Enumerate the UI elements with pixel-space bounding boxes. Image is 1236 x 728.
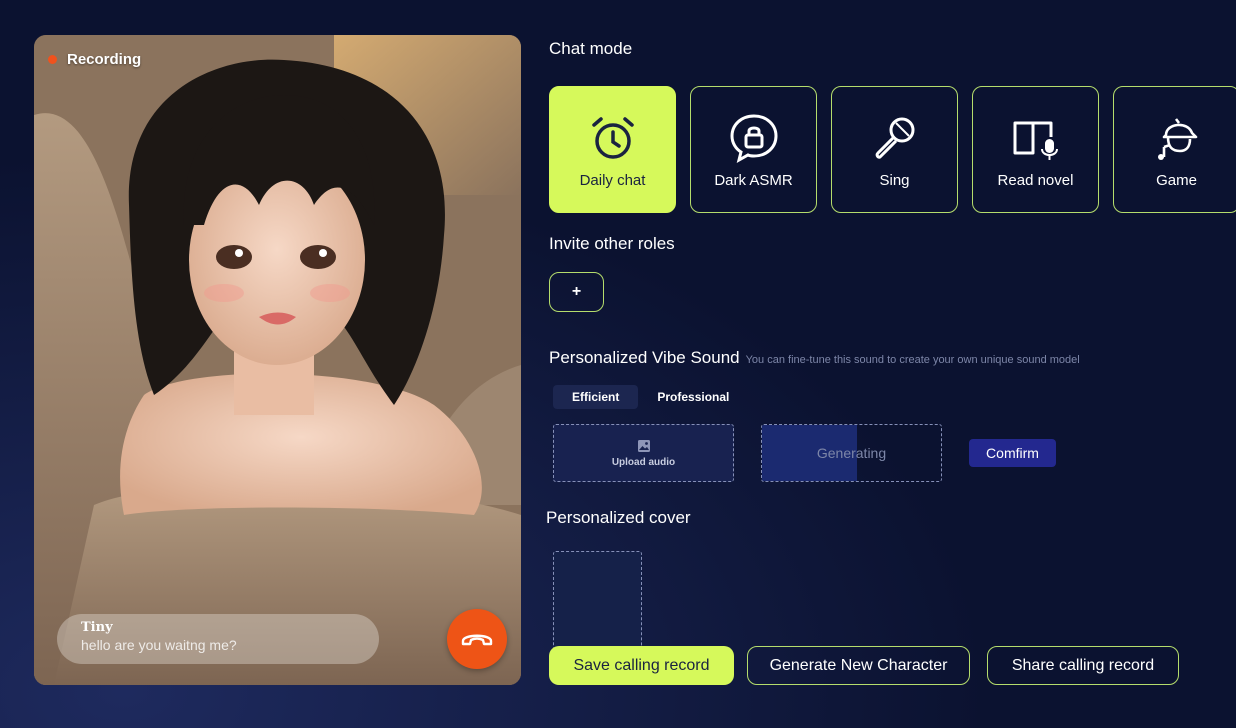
video-call-panel: Recording Tiny hello are you waitng me? xyxy=(34,35,521,685)
mode-game[interactable]: Game xyxy=(1113,86,1236,213)
chat-mode-title: Chat mode xyxy=(549,39,633,58)
microphone-icon xyxy=(875,117,914,159)
mode-label: Game xyxy=(1156,172,1197,189)
share-calling-record-button[interactable]: Share calling record xyxy=(987,646,1179,685)
recording-dot-icon xyxy=(48,55,57,64)
mode-sing[interactable]: Sing xyxy=(831,86,958,213)
vibe-mode-tabs: Efficient Professional xyxy=(553,385,748,409)
vibe-sound-header: Personalized Vibe Sound You can fine-tun… xyxy=(549,348,1080,368)
vibe-sound-subtitle: You can fine-tune this sound to create y… xyxy=(745,354,1080,366)
image-upload-icon xyxy=(637,439,650,452)
save-calling-record-button[interactable]: Save calling record xyxy=(549,646,734,685)
cover-upload-dropzone[interactable] xyxy=(553,551,642,651)
mode-daily-chat[interactable]: Daily chat xyxy=(549,86,676,213)
tab-professional[interactable]: Professional xyxy=(638,385,748,409)
mode-label: Daily chat xyxy=(579,172,646,189)
upload-audio-label: Upload audio xyxy=(611,456,676,468)
book-mic-icon xyxy=(1013,121,1058,160)
speaker-message: hello are you waitng me? xyxy=(81,637,237,653)
recording-label: Recording xyxy=(67,51,142,68)
generate-new-character-button[interactable]: Generate New Character xyxy=(747,646,970,685)
alarm-clock-icon xyxy=(591,117,634,159)
mode-label: Read novel xyxy=(997,172,1074,189)
generating-label: Generating xyxy=(816,445,887,461)
confirm-button[interactable]: Comfirm xyxy=(969,439,1056,467)
chat-mode-options: Daily chat Dark ASMR Sing Read novel Gam… xyxy=(549,86,1236,213)
subtitle-bubble: Tiny hello are you waitng me? xyxy=(57,614,379,664)
invite-roles-title: Invite other roles xyxy=(549,234,675,253)
mode-label: Dark ASMR xyxy=(714,172,793,189)
add-role-button[interactable]: + xyxy=(549,272,604,312)
generating-progress: Generating xyxy=(761,424,942,482)
game-character-icon xyxy=(1157,118,1197,160)
mode-dark-asmr[interactable]: Dark ASMR xyxy=(690,86,817,213)
phone-hangup-icon xyxy=(461,634,493,646)
mode-label: Sing xyxy=(879,172,910,189)
upload-audio-dropzone[interactable]: Upload audio xyxy=(553,424,734,482)
tab-efficient[interactable]: Efficient xyxy=(553,385,639,409)
vibe-sound-title: Personalized Vibe Sound xyxy=(549,348,740,367)
recording-indicator: Recording xyxy=(48,51,141,68)
speaker-name: Tiny xyxy=(81,620,113,635)
character-portrait-image xyxy=(34,35,521,685)
cover-title: Personalized cover xyxy=(546,508,691,527)
hang-up-button[interactable] xyxy=(447,609,507,669)
mode-read-novel[interactable]: Read novel xyxy=(972,86,1099,213)
lock-bubble-icon xyxy=(729,114,778,163)
